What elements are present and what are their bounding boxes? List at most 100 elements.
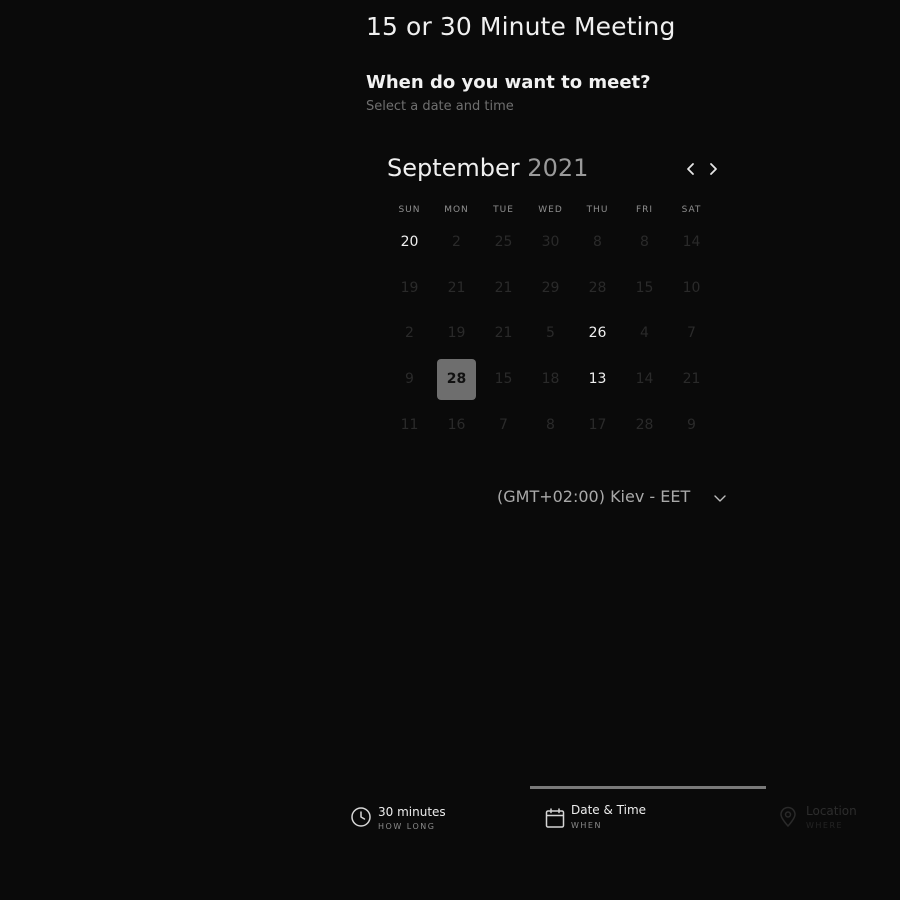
step-sublabel: HOW LONG: [378, 822, 436, 831]
calendar-day-unavailable: 15: [480, 359, 527, 400]
calendar-day-unavailable: 30: [527, 222, 574, 263]
calendar-weeks: 20 2 25 30 8 8 14 19 21 21 29 28 15 10 2 19 21 5 26 4 7 9 28 15…: [386, 220, 715, 448]
calendar-week-row: 11 16 7 8 17 28 9: [386, 402, 715, 448]
calendar-day-number: 19: [400, 279, 419, 296]
step-label: 30 minutes: [378, 805, 446, 819]
calendar-day-number: 13: [588, 371, 607, 388]
calendar-day-unavailable: 18: [527, 359, 574, 400]
calendar-week-row: 19 21 21 29 28 15 10: [386, 266, 715, 312]
calendar-day-number: 21: [494, 279, 513, 296]
calendar-day-unavailable: 4: [621, 313, 668, 354]
clock-icon: [350, 806, 372, 832]
calendar-day-unavailable: 14: [621, 359, 668, 400]
chevron-right-icon: [710, 163, 717, 175]
calendar-day-available[interactable]: 13: [574, 359, 621, 400]
calendar-day-unavailable: 21: [480, 313, 527, 354]
calendar-day-number: 25: [494, 234, 513, 251]
calendar-day-available[interactable]: 26: [574, 313, 621, 354]
calendar-day-unavailable: 2: [433, 222, 480, 263]
calendar-day-number: 14: [682, 234, 701, 251]
calendar-day-number: 8: [640, 234, 649, 251]
calendar-day-unavailable: 19: [433, 313, 480, 354]
calendar-day-number: 30: [541, 234, 560, 251]
step-sublabel: WHERE: [806, 821, 844, 830]
weekday-label: THU: [586, 205, 609, 215]
calendar-day-unavailable: 11: [386, 405, 433, 446]
calendar-day-number: 8: [593, 234, 602, 251]
calendar-day-unavailable: 29: [527, 268, 574, 309]
calendar-day-number: 4: [640, 325, 649, 342]
calendar-day-number: 21: [447, 279, 466, 296]
calendar-day-number: 7: [499, 416, 508, 433]
calendar-day-unavailable: 9: [668, 405, 715, 446]
chevron-down-icon: [713, 491, 727, 510]
calendar-day-unavailable: 10: [668, 268, 715, 309]
calendar-week-row: 20 2 25 30 8 8 14: [386, 220, 715, 266]
calendar-day-unavailable: 5: [527, 313, 574, 354]
calendar-day-number: 10: [682, 279, 701, 296]
calendar-day-unavailable: 19: [386, 268, 433, 309]
calendar-day-number: 5: [546, 325, 555, 342]
section-heading: When do you want to meet?: [366, 72, 651, 93]
calendar-day-unavailable: 2: [386, 313, 433, 354]
calendar-day-unavailable: 21: [480, 268, 527, 309]
weekday-label: MON: [444, 205, 469, 215]
weekday-header-row: SUN MON TUE WED THU FRI SAT: [386, 200, 715, 220]
booking-steps: 30 minutes HOW LONG Date & Time WHEN Loc…: [340, 786, 900, 846]
section-subtitle: Select a date and time: [366, 99, 514, 114]
location-pin-icon: [778, 806, 798, 832]
calendar-day-unavailable: 28: [574, 268, 621, 309]
calendar-day-number: 9: [687, 416, 696, 433]
calendar-day-available[interactable]: 20: [386, 222, 433, 263]
calendar-day-number: 20: [400, 234, 419, 251]
calendar-day-unavailable: 8: [527, 405, 574, 446]
calendar-day-number: 28: [635, 416, 654, 433]
step-label: Date & Time: [571, 803, 647, 817]
weekday-label: SAT: [681, 205, 702, 215]
step-duration[interactable]: 30 minutes HOW LONG: [350, 786, 520, 846]
month-label: September: [387, 154, 520, 182]
calendar-day-number: 11: [400, 416, 419, 433]
calendar-day-unavailable: 9: [386, 359, 433, 400]
step-sublabel: WHEN: [571, 821, 602, 830]
calendar-day-number: 2: [452, 234, 461, 251]
calendar-day-number: 8: [546, 416, 555, 433]
calendar-icon: [544, 807, 566, 833]
calendar-day-number: 29: [541, 279, 560, 296]
page-title: 15 or 30 Minute Meeting: [366, 12, 676, 41]
calendar-day-unavailable: 21: [668, 359, 715, 400]
calendar-day-number: 21: [682, 371, 701, 388]
calendar-day-unavailable: 8: [574, 222, 621, 263]
calendar-day-number: 14: [635, 371, 654, 388]
calendar-day-number: 7: [687, 325, 696, 342]
calendar-day-number: 18: [541, 371, 560, 388]
previous-month-button[interactable]: [681, 159, 701, 179]
scheduling-page: 15 or 30 Minute Meeting When do you want…: [0, 0, 900, 900]
calendar-grid: SUN MON TUE WED THU FRI SAT 20 2 25 30 8 8 14 1…: [386, 200, 715, 448]
calendar-day-number: 21: [494, 325, 513, 342]
step-date-time[interactable]: Date & Time WHEN: [530, 786, 766, 849]
calendar-week-row: 2 19 21 5 26 4 7: [386, 311, 715, 357]
timezone-label: (GMT+02:00) Kiev - EET: [497, 487, 691, 506]
weekday-label: TUE: [493, 205, 514, 215]
calendar-day-number: 9: [405, 371, 414, 388]
year-label: 2021: [527, 154, 589, 182]
step-location[interactable]: Location WHERE: [778, 786, 898, 846]
calendar-day-unavailable: 28: [621, 405, 668, 446]
calendar-day-unavailable: 7: [480, 405, 527, 446]
calendar-day-number: 28: [437, 359, 476, 401]
calendar-day-number: 15: [494, 371, 513, 388]
timezone-select[interactable]: (GMT+02:00) Kiev - EET: [497, 486, 737, 510]
calendar-day-number: 15: [635, 279, 654, 296]
calendar-day-number: 2: [405, 325, 414, 342]
calendar-week-row: 9 28 15 18 13 14 21: [386, 357, 715, 403]
calendar-day-selected[interactable]: 28: [433, 359, 480, 401]
weekday-label: SUN: [398, 205, 421, 215]
calendar-day-unavailable: 16: [433, 405, 480, 446]
next-month-button[interactable]: [703, 159, 723, 179]
calendar-day-unavailable: 7: [668, 313, 715, 354]
chevron-left-icon: [687, 163, 694, 175]
calendar-day-number: 19: [447, 325, 466, 342]
calendar-day-unavailable: 25: [480, 222, 527, 263]
calendar-day-number: 17: [588, 416, 607, 433]
